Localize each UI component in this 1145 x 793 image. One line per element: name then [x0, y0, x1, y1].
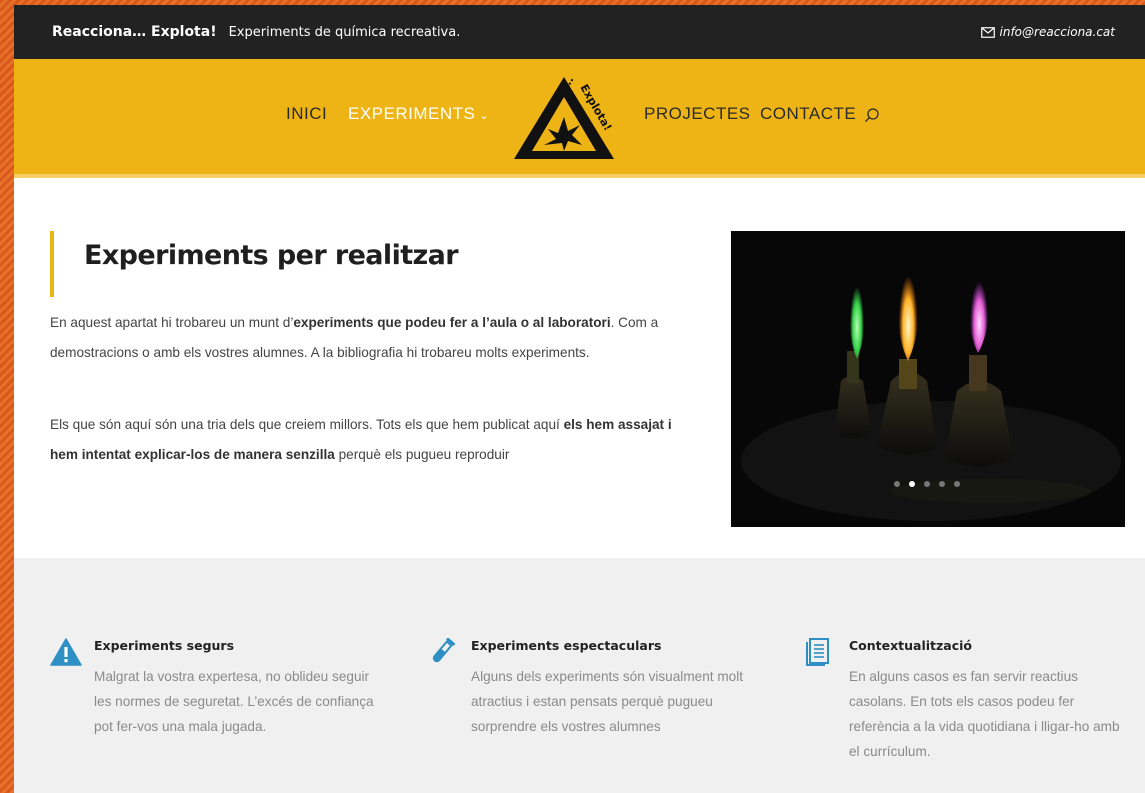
page: Reacciona… Explota! Experiments de quími…	[14, 5, 1145, 793]
nav-item-projectes[interactable]: PROJECTES	[644, 104, 751, 124]
feature-safety-text: Malgrat la vostra expertesa, no oblideu …	[94, 669, 374, 734]
intro-paragraph-2-text-b: perquè els pugueu reproduir	[334, 446, 510, 462]
site-tagline: Experiments de química recreativa.	[228, 25, 461, 40]
feature-spectacular-text: Alguns dels experiments són visualment m…	[471, 669, 744, 734]
document-icon	[806, 638, 829, 666]
intro-paragraph-1-bold: experiments que podeu fer a l’aula o al …	[293, 315, 611, 330]
main-header: INICI EXPERIMENTS ⌄ Reacciona... Explota!…	[14, 59, 1145, 178]
slider-dot-5[interactable]	[954, 481, 960, 487]
contact-email-link[interactable]: info@reacciona.cat	[980, 25, 1115, 39]
chevron-down-icon: ⌄	[479, 110, 490, 122]
slider-dot-4[interactable]	[939, 481, 945, 487]
slider-dot-1[interactable]	[894, 481, 900, 487]
envelope-icon	[980, 26, 995, 38]
top-bar: Reacciona… Explota! Experiments de quími…	[14, 5, 1145, 59]
nav-item-contacte[interactable]: CONTACTE	[760, 104, 856, 124]
site-logo[interactable]: Reacciona... Explota!	[508, 73, 620, 163]
intro-paragraph-2-text-a: Els que són aquí són una tria dels que c…	[50, 417, 564, 432]
slider-dots	[894, 481, 960, 487]
slider-dot-3[interactable]	[924, 481, 930, 487]
feature-context-title: Contextualització	[849, 638, 973, 653]
feature-context-text: En alguns casos es fan servir reactius c…	[849, 669, 1120, 759]
intro-paragraph-1: En aquest apartat hi trobareu un munt d’…	[50, 308, 682, 367]
page-title: Experiments per realitzar	[84, 240, 459, 271]
feature-spectacular-title: Experiments espectaculars	[471, 638, 662, 653]
site-brand[interactable]: Reacciona… Explota!	[52, 24, 217, 40]
intro-paragraph-2: Els que són aquí són una tria dels que c…	[50, 410, 682, 469]
title-accent-bar	[50, 231, 54, 297]
nav-item-experiments[interactable]: EXPERIMENTS ⌄	[348, 104, 489, 124]
nav-item-experiments-label: EXPERIMENTS	[348, 104, 476, 123]
feature-safety-title: Experiments segurs	[94, 638, 235, 653]
image-slider[interactable]	[731, 231, 1125, 527]
nav-item-inici[interactable]: INICI	[286, 104, 327, 124]
warning-icon	[50, 638, 82, 666]
contact-email: info@reacciona.cat	[999, 25, 1115, 39]
test-tube-icon	[432, 638, 456, 663]
features-section: Experiments segurs Malgrat la vostra exp…	[14, 558, 1145, 793]
intro-paragraph-1-text-a: En aquest apartat hi trobareu un munt d’	[50, 315, 294, 330]
slider-dot-2[interactable]	[909, 481, 915, 487]
main-nav: INICI EXPERIMENTS ⌄ Reacciona... Explota!…	[14, 59, 1145, 174]
search-icon[interactable]	[864, 107, 880, 123]
intro-section: Experiments per realitzar En aquest apar…	[14, 178, 1145, 560]
